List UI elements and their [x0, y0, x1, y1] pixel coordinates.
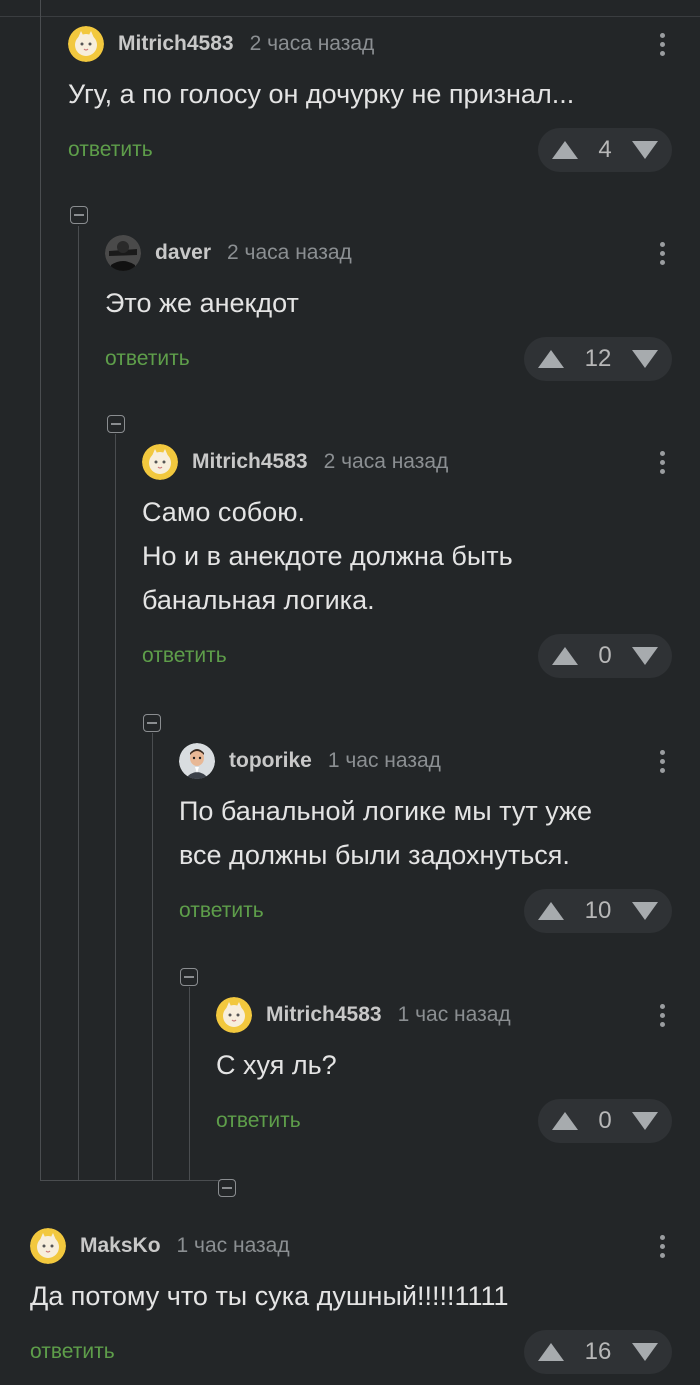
comment-header: Mitrich4583 1 час назад	[216, 995, 672, 1035]
comment: Mitrich4583 2 часа назад Само собою. Но …	[142, 442, 672, 678]
upvote-arrow-icon[interactable]	[538, 1343, 564, 1361]
downvote-arrow-icon[interactable]	[631, 1112, 658, 1130]
comment-time: 1 час назад	[327, 749, 441, 772]
reply-button[interactable]: ответить	[179, 899, 264, 923]
comment: Mitrich4583 2 часа назад Угу, а по голос…	[68, 24, 672, 172]
cat-avatar-icon[interactable]	[142, 444, 178, 480]
comment-text-line: банальная логика.	[142, 585, 375, 615]
more-options-icon[interactable]	[652, 749, 672, 773]
comment-header: Mitrich4583 2 часа назад	[68, 24, 672, 64]
more-options-icon[interactable]	[652, 241, 672, 265]
thread-line	[152, 733, 153, 1180]
upvote-arrow-icon[interactable]	[552, 1112, 578, 1130]
comment-header: toporike 1 час назад	[179, 741, 672, 781]
thread-line	[78, 226, 79, 1180]
upvote-arrow-icon[interactable]	[552, 647, 578, 665]
reply-button[interactable]: ответить	[30, 1340, 115, 1364]
comment-time: 2 часа назад	[323, 450, 449, 473]
comment-author[interactable]: daver	[155, 241, 211, 265]
rating-control: 4	[538, 128, 672, 172]
rating-count: 16	[584, 1338, 612, 1365]
collapse-button[interactable]	[218, 1179, 236, 1197]
comment-author[interactable]: toporike	[229, 749, 312, 773]
person-avatar-icon[interactable]	[179, 743, 215, 779]
comment-body: Само собою. Но и в анекдоте должна быть …	[142, 490, 672, 622]
collapse-button[interactable]	[107, 415, 125, 433]
reply-button[interactable]: ответить	[68, 138, 153, 162]
comment-author[interactable]: Mitrich4583	[192, 450, 308, 474]
downvote-arrow-icon[interactable]	[631, 902, 658, 920]
comment-body: По банальной логике мы тут уже все должн…	[179, 789, 672, 877]
comment-text-line: Само собою.	[142, 497, 305, 527]
upvote-arrow-icon[interactable]	[552, 141, 578, 159]
thread-line	[189, 987, 190, 1180]
rating-count: 12	[584, 345, 612, 372]
cat-avatar-icon[interactable]	[216, 997, 252, 1033]
reply-button[interactable]: ответить	[142, 644, 227, 668]
reply-button[interactable]: ответить	[105, 347, 190, 371]
rating-count: 4	[598, 136, 612, 163]
comment: Mitrich4583 1 час назад С хуя ль? ответи…	[216, 995, 672, 1143]
comment-body: Да потому что ты сука душный!!!!!1111	[30, 1274, 672, 1318]
comment-time: 2 часа назад	[249, 32, 375, 55]
rating-count: 10	[584, 897, 612, 924]
rating-count: 0	[598, 642, 612, 669]
more-options-icon[interactable]	[652, 1234, 672, 1258]
collapse-button[interactable]	[70, 206, 88, 224]
thread-line	[115, 434, 116, 1180]
comment-footer: ответить 16	[30, 1330, 672, 1374]
comment-header: Mitrich4583 2 часа назад	[142, 442, 672, 482]
comment-body: С хуя ль?	[216, 1043, 672, 1087]
comment-author[interactable]: Mitrich4583	[118, 32, 234, 56]
comment-header: MaksKo 1 час назад	[30, 1226, 672, 1266]
comment-footer: ответить 4	[68, 128, 672, 172]
comment: MaksKo 1 час назад Да потому что ты сука…	[30, 1226, 672, 1374]
cat-avatar-icon[interactable]	[68, 26, 104, 62]
reply-button[interactable]: ответить	[216, 1109, 301, 1133]
upvote-arrow-icon[interactable]	[538, 902, 564, 920]
downvote-arrow-icon[interactable]	[631, 647, 658, 665]
collapse-button[interactable]	[143, 714, 161, 732]
downvote-arrow-icon[interactable]	[631, 1343, 658, 1361]
comment-text-line: Это же анекдот	[105, 288, 299, 318]
comment-footer: ответить 0	[142, 634, 672, 678]
comment-body: Это же анекдот	[105, 281, 672, 325]
comment: daver 2 часа назад Это же анекдот ответи…	[105, 233, 672, 381]
upvote-arrow-icon[interactable]	[538, 350, 564, 368]
more-options-icon[interactable]	[652, 32, 672, 56]
rating-control: 16	[524, 1330, 672, 1374]
comment-text-line: С хуя ль?	[216, 1050, 337, 1080]
comment-text-line: По банальной логике мы тут уже	[179, 796, 593, 826]
comment-text-line: Да потому что ты сука душный!!!!!1111	[30, 1281, 509, 1311]
downvote-arrow-icon[interactable]	[631, 141, 658, 159]
comment-author[interactable]: Mitrich4583	[266, 1003, 382, 1027]
comment: toporike 1 час назад По банальной логике…	[179, 741, 672, 933]
comment-time: 1 час назад	[176, 1234, 290, 1257]
rating-control: 10	[524, 889, 672, 933]
rating-control: 0	[538, 634, 672, 678]
rating-count: 0	[598, 1107, 612, 1134]
comment-header: daver 2 часа назад	[105, 233, 672, 273]
collapse-button[interactable]	[180, 968, 198, 986]
thread-connector	[40, 1180, 220, 1181]
thread-line	[40, 0, 41, 1180]
comment-text-line: Но и в анекдоте должна быть	[142, 541, 513, 571]
rating-control: 0	[538, 1099, 672, 1143]
comment-text-line: все должны были задохнуться.	[179, 840, 570, 870]
comment-time: 2 часа назад	[227, 241, 352, 264]
comment-author[interactable]: MaksKo	[80, 1234, 161, 1258]
comment-footer: ответить 0	[216, 1099, 672, 1143]
more-options-icon[interactable]	[652, 450, 672, 474]
comment-body: Угу, а по голосу он дочурку не признал..…	[68, 72, 672, 116]
comment-footer: ответить 12	[105, 337, 672, 381]
comment-text-line: Угу, а по голосу он дочурку не признал..…	[68, 79, 575, 109]
top-divider	[0, 16, 700, 17]
dark-avatar-icon[interactable]	[105, 235, 141, 271]
comment-time: 1 час назад	[397, 1003, 511, 1026]
downvote-arrow-icon[interactable]	[631, 350, 658, 368]
more-options-icon[interactable]	[652, 1003, 672, 1027]
rating-control: 12	[524, 337, 672, 381]
cat-avatar-icon[interactable]	[30, 1228, 66, 1264]
comment-footer: ответить 10	[179, 889, 672, 933]
